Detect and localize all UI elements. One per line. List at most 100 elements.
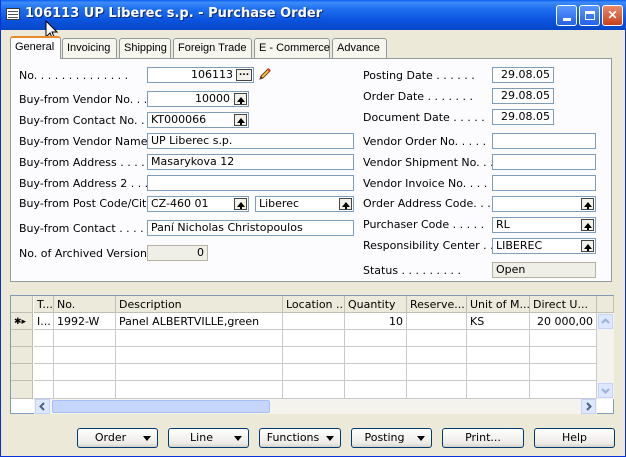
column-header-quantity[interactable]: Quantity (345, 296, 407, 313)
address-field[interactable]: Masarykova 12 (147, 154, 354, 170)
empty-cell[interactable] (407, 330, 467, 347)
lookup-arrow-icon[interactable] (339, 198, 352, 210)
cell-description[interactable]: Panel ALBERTVILLE,green (116, 313, 283, 330)
empty-cell[interactable] (283, 364, 345, 381)
no-field[interactable]: 106113 ... (147, 67, 254, 83)
lookup-arrow-icon[interactable] (581, 198, 594, 210)
empty-cell[interactable] (116, 330, 283, 347)
empty-cell[interactable] (345, 330, 407, 347)
tab-shipping[interactable]: Shipping (119, 38, 171, 58)
vendor-name-field[interactable]: UP Liberec s.p. (147, 133, 354, 149)
print-button[interactable]: Print... (442, 428, 524, 448)
vendor-shipment-no-field[interactable] (492, 154, 596, 170)
column-header-location[interactable]: Location ... (283, 296, 345, 313)
tab-invoicing[interactable]: Invoicing (62, 38, 117, 58)
empty-cell[interactable] (116, 364, 283, 381)
document-date-field[interactable]: 29.08.05 (492, 109, 554, 125)
empty-cell[interactable] (530, 347, 597, 364)
empty-cell[interactable] (530, 330, 597, 347)
column-header-no[interactable]: No. (54, 296, 116, 313)
empty-cell[interactable] (407, 364, 467, 381)
horizontal-scroll-thumb[interactable] (52, 400, 270, 413)
cell-location[interactable] (283, 313, 345, 330)
scroll-right-button[interactable] (581, 399, 596, 414)
empty-cell[interactable] (54, 347, 116, 364)
empty-cell[interactable] (34, 364, 54, 381)
purchaser-code-field[interactable]: RL (492, 217, 596, 233)
lookup-arrow-icon[interactable] (581, 240, 594, 252)
row-selector[interactable]: ✱▸ (11, 313, 33, 330)
vendor-order-no-field[interactable] (492, 133, 596, 149)
empty-cell[interactable] (407, 347, 467, 364)
empty-cell[interactable] (345, 347, 407, 364)
column-header-direct-unit-cost[interactable]: Direct U... (530, 296, 597, 313)
posting-menu-button[interactable]: Posting (351, 428, 432, 448)
empty-cell[interactable] (54, 364, 116, 381)
empty-cell[interactable] (34, 330, 54, 347)
post-code-field[interactable]: CZ-460 01 (147, 196, 249, 212)
help-button[interactable]: Help (534, 428, 615, 448)
empty-cell[interactable] (467, 381, 530, 399)
tab-general[interactable]: General (10, 36, 61, 59)
posting-date-field[interactable]: 29.08.05 (492, 67, 554, 83)
contact-field[interactable]: Paní Nicholas Christopoulos (147, 220, 354, 236)
scroll-left-button[interactable] (35, 399, 50, 414)
order-date-field[interactable]: 29.08.05 (492, 88, 554, 104)
row-selector[interactable] (11, 347, 33, 364)
lookup-arrow-icon[interactable] (234, 93, 247, 105)
empty-cell[interactable] (54, 330, 116, 347)
tab-foreign-trade[interactable]: Foreign Trade (173, 38, 252, 58)
empty-cell[interactable] (467, 330, 530, 347)
horizontal-scrollbar[interactable] (34, 399, 597, 414)
title-bar[interactable]: 106113 UP Liberec s.p. - Purchase Order … (1, 0, 626, 30)
empty-cell[interactable] (34, 347, 54, 364)
column-header-type[interactable]: T... (34, 296, 54, 313)
contact-no-field[interactable]: KT000066 (147, 112, 249, 128)
lookup-arrow-icon[interactable] (581, 219, 594, 231)
empty-cell[interactable] (407, 381, 467, 399)
responsibility-center-field[interactable]: LIBEREC (492, 238, 596, 254)
order-menu-button[interactable]: Order (77, 428, 158, 448)
empty-cell[interactable] (530, 364, 597, 381)
city-field[interactable]: Liberec (255, 196, 354, 212)
vendor-invoice-no-field[interactable] (492, 175, 596, 191)
purchase-lines-grid[interactable]: T... No. Description Location ... Quanti… (10, 295, 614, 414)
empty-cell[interactable] (530, 381, 597, 399)
vertical-scrollbar[interactable] (597, 313, 614, 399)
cell-direct-unit-cost[interactable]: 20 000,00 (530, 313, 597, 330)
empty-cell[interactable] (345, 381, 407, 399)
empty-cell[interactable] (34, 381, 54, 399)
row-selector[interactable] (11, 364, 33, 381)
empty-cell[interactable] (467, 347, 530, 364)
maximize-button[interactable] (579, 5, 600, 26)
lookup-arrow-icon[interactable] (234, 198, 247, 210)
line-menu-button[interactable]: Line (168, 428, 249, 448)
row-selector[interactable] (11, 330, 33, 347)
column-header-description[interactable]: Description (116, 296, 283, 313)
close-button[interactable]: ✕ (602, 5, 623, 26)
cell-quantity[interactable]: 10 (345, 313, 407, 330)
assist-edit-button[interactable]: ... (236, 69, 252, 81)
cell-reserved[interactable] (407, 313, 467, 330)
cell-no[interactable]: 1992-W (54, 313, 116, 330)
order-address-code-field[interactable] (492, 196, 596, 212)
column-header-unit-of-measure[interactable]: Unit of M... (467, 296, 530, 313)
scroll-down-button[interactable] (598, 383, 613, 398)
empty-cell[interactable] (54, 381, 116, 399)
address2-field[interactable] (147, 175, 354, 191)
empty-cell[interactable] (116, 381, 283, 399)
empty-cell[interactable] (345, 364, 407, 381)
cell-type[interactable]: I... (34, 313, 54, 330)
scroll-up-button[interactable] (598, 314, 613, 329)
minimize-button[interactable] (556, 5, 577, 26)
empty-cell[interactable] (283, 330, 345, 347)
empty-cell[interactable] (116, 347, 283, 364)
lookup-arrow-icon[interactable] (234, 114, 247, 126)
empty-cell[interactable] (467, 364, 530, 381)
vendor-no-field[interactable]: 10000 (147, 91, 249, 107)
tab-e-commerce[interactable]: E - Commerce (254, 38, 330, 58)
empty-cell[interactable] (283, 381, 345, 399)
functions-menu-button[interactable]: Functions (259, 428, 341, 448)
cell-unit-of-measure[interactable]: KS (467, 313, 530, 330)
tab-advance[interactable]: Advance (332, 38, 387, 58)
